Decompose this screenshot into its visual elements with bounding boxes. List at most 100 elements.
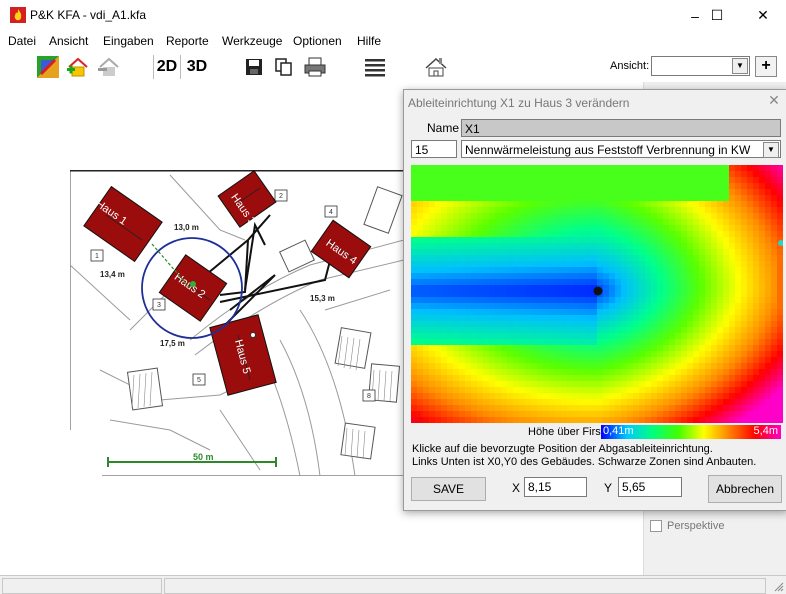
chimney-position-marker[interactable] bbox=[593, 286, 603, 296]
dialog-close-icon[interactable]: ✕ bbox=[764, 92, 784, 112]
chimney-house-icon[interactable] bbox=[424, 55, 448, 79]
heatmap-cell bbox=[573, 225, 580, 232]
heatmap-cell bbox=[459, 273, 466, 280]
heatmap-cell bbox=[429, 393, 436, 400]
heatmap-cell bbox=[519, 219, 526, 226]
heatmap-cell bbox=[423, 363, 430, 370]
value-field[interactable]: 15 bbox=[411, 140, 457, 158]
site-plan[interactable]: 1 2 3 4 5 8 Haus 1 Haus 2 Haus 3 Haus 4 … bbox=[70, 170, 404, 476]
heatmap-cell bbox=[723, 249, 730, 256]
heatmap-cell bbox=[555, 327, 562, 334]
heatmap-cell bbox=[555, 291, 562, 298]
heatmap-cell bbox=[651, 351, 658, 358]
heatmap-cell bbox=[741, 381, 748, 388]
print-icon[interactable] bbox=[303, 55, 327, 79]
menu-ansicht[interactable]: Ansicht bbox=[49, 34, 88, 48]
chimney-marker[interactable] bbox=[190, 281, 196, 287]
save-icon[interactable] bbox=[242, 55, 266, 79]
heatmap-cell bbox=[453, 207, 460, 214]
heatmap-cell bbox=[741, 315, 748, 322]
menu-werkzeuge[interactable]: Werkzeuge bbox=[222, 34, 282, 48]
chimney-marker[interactable] bbox=[250, 332, 256, 338]
parameter-dropdown[interactable]: Nennwärmeleistung aus Feststoff Verbrenn… bbox=[461, 140, 781, 158]
view-2d-button[interactable]: 2D bbox=[153, 55, 181, 79]
remove-house-icon[interactable] bbox=[96, 55, 120, 79]
heatmap-cell bbox=[615, 213, 622, 220]
scale-title: Höhe über First bbox=[528, 426, 604, 438]
heatmap-cell bbox=[657, 189, 664, 196]
close-button[interactable]: ✕ bbox=[740, 0, 786, 31]
heatmap-cell bbox=[465, 369, 472, 376]
list-icon[interactable] bbox=[363, 55, 387, 79]
heatmap-cell bbox=[453, 219, 460, 226]
menu-hilfe[interactable]: Hilfe bbox=[357, 34, 381, 48]
perspektive-checkbox[interactable]: Perspektive bbox=[650, 520, 724, 533]
heatmap-cell bbox=[651, 411, 658, 418]
heatmap-cell bbox=[579, 309, 586, 316]
heatmap-cell bbox=[735, 249, 742, 256]
heatmap-cell bbox=[765, 333, 772, 340]
heatmap-cell bbox=[435, 291, 442, 298]
heatmap-cell bbox=[633, 381, 640, 388]
heatmap-cell bbox=[675, 177, 682, 184]
heatmap-cell bbox=[609, 171, 616, 178]
menu-reporte[interactable]: Reporte bbox=[166, 34, 209, 48]
maximize-button[interactable]: ☐ bbox=[694, 0, 740, 31]
name-field[interactable]: X1 bbox=[461, 119, 781, 137]
heatmap-cell bbox=[627, 261, 634, 268]
heatmap-cell bbox=[555, 345, 562, 352]
heatmap-cell bbox=[543, 393, 550, 400]
add-view-button[interactable]: + bbox=[755, 56, 777, 77]
heatmap-cell bbox=[429, 399, 436, 406]
heatmap-cell bbox=[525, 189, 532, 196]
heatmap-cell bbox=[495, 405, 502, 412]
checkbox-box[interactable] bbox=[650, 520, 662, 533]
heatmap-cell bbox=[663, 303, 670, 310]
menu-eingaben[interactable]: Eingaben bbox=[103, 34, 154, 48]
heatmap-cell bbox=[513, 345, 520, 352]
y-field[interactable]: 5,65 bbox=[618, 477, 682, 497]
heatmap-cell bbox=[723, 411, 730, 418]
x-field[interactable]: 8,15 bbox=[524, 477, 587, 497]
heatmap-cell bbox=[717, 405, 724, 412]
height-heatmap[interactable] bbox=[411, 165, 783, 423]
resize-grip-icon[interactable] bbox=[772, 580, 784, 592]
heatmap-cell bbox=[603, 303, 610, 310]
heatmap-cell bbox=[501, 237, 508, 244]
heatmap-cell bbox=[699, 201, 706, 208]
copy-icon[interactable] bbox=[272, 55, 296, 79]
heatmap-cell bbox=[741, 363, 748, 370]
heatmap-cell bbox=[687, 399, 694, 406]
heatmap-cell bbox=[729, 321, 736, 328]
menu-optionen[interactable]: Optionen bbox=[293, 34, 342, 48]
heatmap-cell bbox=[591, 417, 598, 423]
menu-datei[interactable]: Datei bbox=[8, 34, 36, 48]
heatmap-cell bbox=[693, 189, 700, 196]
heatmap-cell bbox=[771, 417, 778, 423]
heatmap-cell bbox=[489, 243, 496, 250]
heatmap-cell bbox=[411, 321, 418, 328]
save-button[interactable]: SAVE bbox=[411, 477, 486, 501]
heatmap-cell bbox=[459, 339, 466, 346]
heatmap-cell bbox=[411, 231, 418, 238]
heatmap-cell bbox=[627, 273, 634, 280]
heatmap-cell bbox=[627, 243, 634, 250]
cancel-button[interactable]: Abbrechen bbox=[708, 475, 782, 503]
heatmap-cell bbox=[723, 183, 730, 190]
color-map-icon[interactable] bbox=[36, 55, 60, 79]
heatmap-cell bbox=[555, 417, 562, 423]
heatmap-cell bbox=[459, 237, 466, 244]
heatmap-cell bbox=[645, 285, 652, 292]
heatmap-cell bbox=[549, 303, 556, 310]
add-house-icon[interactable] bbox=[66, 55, 90, 79]
heatmap-cell bbox=[411, 285, 418, 292]
heatmap-cell bbox=[639, 339, 646, 346]
heatmap-cell bbox=[735, 273, 742, 280]
heatmap-cell bbox=[495, 225, 502, 232]
heatmap-cell bbox=[507, 243, 514, 250]
heatmap-cell bbox=[741, 201, 748, 208]
view-select[interactable]: ▼ bbox=[651, 56, 750, 76]
heatmap-cell bbox=[723, 303, 730, 310]
heatmap-cell bbox=[507, 327, 514, 334]
view-3d-button[interactable]: 3D bbox=[184, 55, 210, 79]
